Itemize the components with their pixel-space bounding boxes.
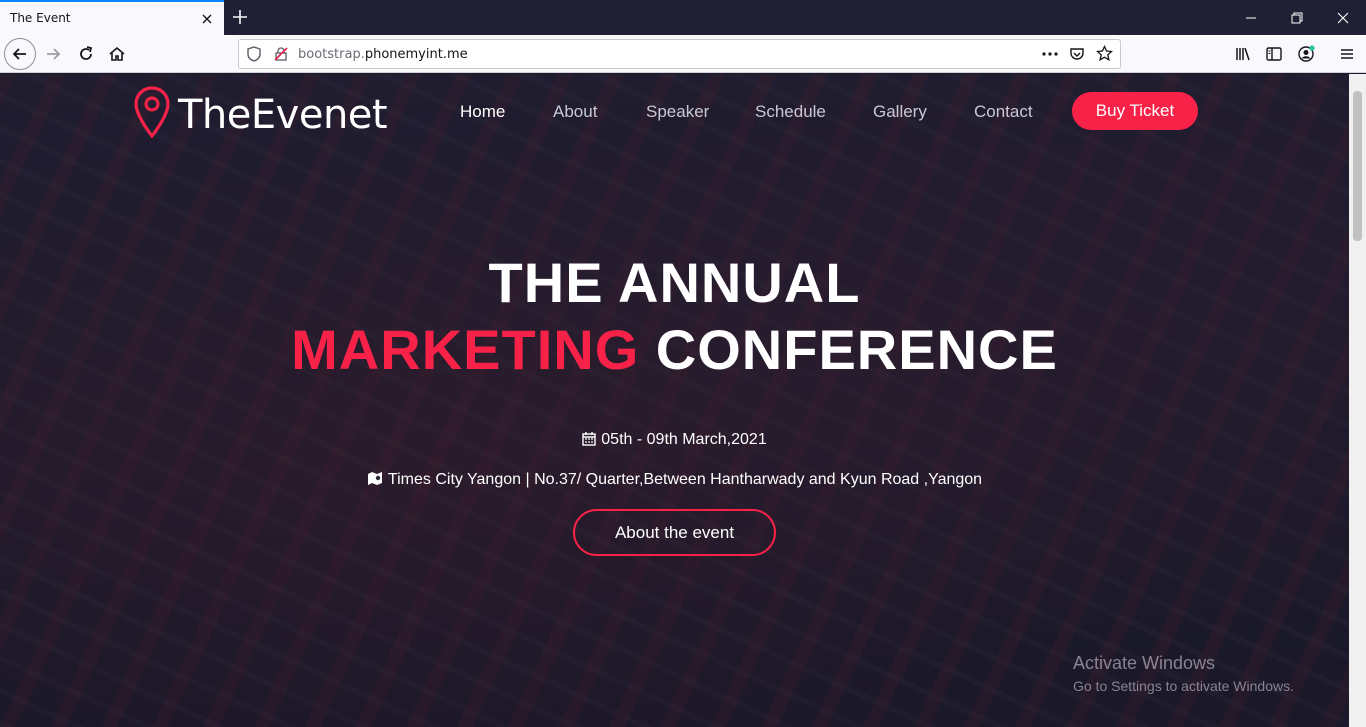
bookmark-star-icon[interactable] [1095, 44, 1114, 67]
back-button[interactable] [4, 38, 36, 70]
menu-hamburger-icon[interactable] [1336, 43, 1358, 65]
watermark-title: Activate Windows [1073, 653, 1216, 673]
map-pin-icon [134, 86, 170, 143]
nav-speaker[interactable]: Speaker [646, 102, 709, 122]
logo-text: TheEvenet [178, 91, 388, 138]
hero-title-rest: CONFERENCE [639, 318, 1058, 381]
nav-gallery[interactable]: Gallery [873, 102, 927, 122]
tab-title: The Event [10, 11, 71, 25]
page-actions-icon[interactable] [1041, 46, 1059, 67]
hero-title-line1: THE ANNUAL [488, 251, 861, 314]
nav-home[interactable]: Home [460, 102, 505, 122]
url-prefix: bootstrap. [298, 47, 365, 62]
minimize-icon[interactable] [1228, 0, 1274, 35]
browser-tab-bar: The Event [0, 0, 1366, 35]
event-location-text: Times City Yangon | No.37/ Quarter,Betwe… [387, 471, 983, 488]
scrollbar-thumb[interactable] [1353, 91, 1362, 241]
url-bar[interactable]: bootstrap.phonemyint.me [238, 39, 1121, 69]
nav-schedule[interactable]: Schedule [755, 102, 826, 122]
background-overlay [0, 74, 1349, 727]
about-event-button[interactable]: About the event [573, 509, 776, 556]
watermark-subtitle: Go to Settings to activate Windows. [1073, 678, 1294, 694]
hero-title-line2: MARKETING CONFERENCE [0, 317, 1349, 382]
calendar-icon [582, 432, 596, 446]
map-icon [367, 472, 382, 485]
back-arrow-icon [12, 48, 26, 60]
sidebar-icon[interactable] [1263, 43, 1285, 65]
event-date: 05th - 09th March,2021 [0, 431, 1349, 449]
hero-section: TheEvenet Home About Speaker Schedule Ga… [0, 74, 1349, 727]
home-icon[interactable] [106, 43, 128, 65]
buy-ticket-button[interactable]: Buy Ticket [1072, 92, 1198, 130]
nav-about[interactable]: About [553, 102, 597, 122]
browser-tab[interactable]: The Event [0, 0, 224, 35]
insecure-lock-icon[interactable] [273, 46, 289, 67]
reload-icon[interactable] [75, 43, 97, 65]
url-host: phonemyint.me [364, 47, 468, 62]
library-icon[interactable] [1232, 43, 1254, 65]
new-tab-icon[interactable] [231, 8, 249, 26]
close-tab-icon[interactable] [199, 11, 215, 27]
hero-title-accent: MARKETING [291, 318, 640, 381]
restore-icon[interactable] [1274, 0, 1320, 35]
event-date-text: 05th - 09th March,2021 [601, 431, 767, 448]
pocket-icon[interactable] [1069, 46, 1085, 67]
account-icon[interactable] [1295, 43, 1317, 65]
shield-icon[interactable] [246, 46, 262, 67]
browser-toolbar: bootstrap.phonemyint.me [0, 35, 1366, 73]
forward-arrow-icon[interactable] [42, 43, 64, 65]
site-logo[interactable]: TheEvenet [134, 86, 388, 143]
close-window-icon[interactable] [1320, 0, 1366, 35]
url-text[interactable]: bootstrap.phonemyint.me [298, 47, 468, 62]
windows-activation-watermark: Activate Windows Go to Settings to activ… [1073, 653, 1294, 694]
event-location: Times City Yangon | No.37/ Quarter,Betwe… [0, 471, 1349, 489]
nav-contact[interactable]: Contact [974, 102, 1033, 122]
page-scrollbar[interactable] [1349, 74, 1366, 727]
